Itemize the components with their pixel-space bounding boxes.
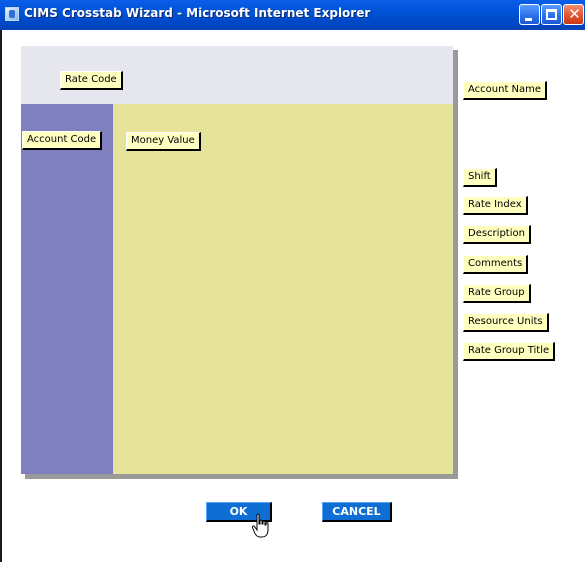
close-icon: ✕ [568,5,581,23]
minimize-icon [525,18,532,21]
minimize-button[interactable] [519,4,540,25]
field-rate-index[interactable]: Rate Index [463,196,528,215]
internet-explorer-icon [5,7,19,21]
field-shift[interactable]: Shift [463,168,497,187]
row-field-account-code[interactable]: Account Code [22,131,103,150]
window-title: CIMS Crosstab Wizard - Microsoft Interne… [24,6,371,20]
data-field-area[interactable] [113,104,453,474]
data-field-money-value[interactable]: Money Value [126,132,201,151]
field-description[interactable]: Description [463,225,531,244]
field-rate-group[interactable]: Rate Group [463,284,531,303]
maximize-icon [546,9,557,20]
cancel-button[interactable]: CANCEL [322,502,392,522]
maximize-button[interactable] [541,4,562,25]
close-button[interactable]: ✕ [563,4,584,25]
field-rate-group-title[interactable]: Rate Group Title [463,342,556,361]
hand-cursor-icon [251,513,269,538]
field-resource-units[interactable]: Resource Units [463,313,549,332]
row-field-area[interactable] [21,104,113,474]
field-comments[interactable]: Comments [463,255,529,274]
field-account-name[interactable]: Account Name [463,81,548,100]
column-field-rate-code[interactable]: Rate Code [60,71,123,90]
window-border [0,30,8,562]
window-title-bar[interactable]: CIMS Crosstab Wizard - Microsoft Interne… [0,0,585,30]
